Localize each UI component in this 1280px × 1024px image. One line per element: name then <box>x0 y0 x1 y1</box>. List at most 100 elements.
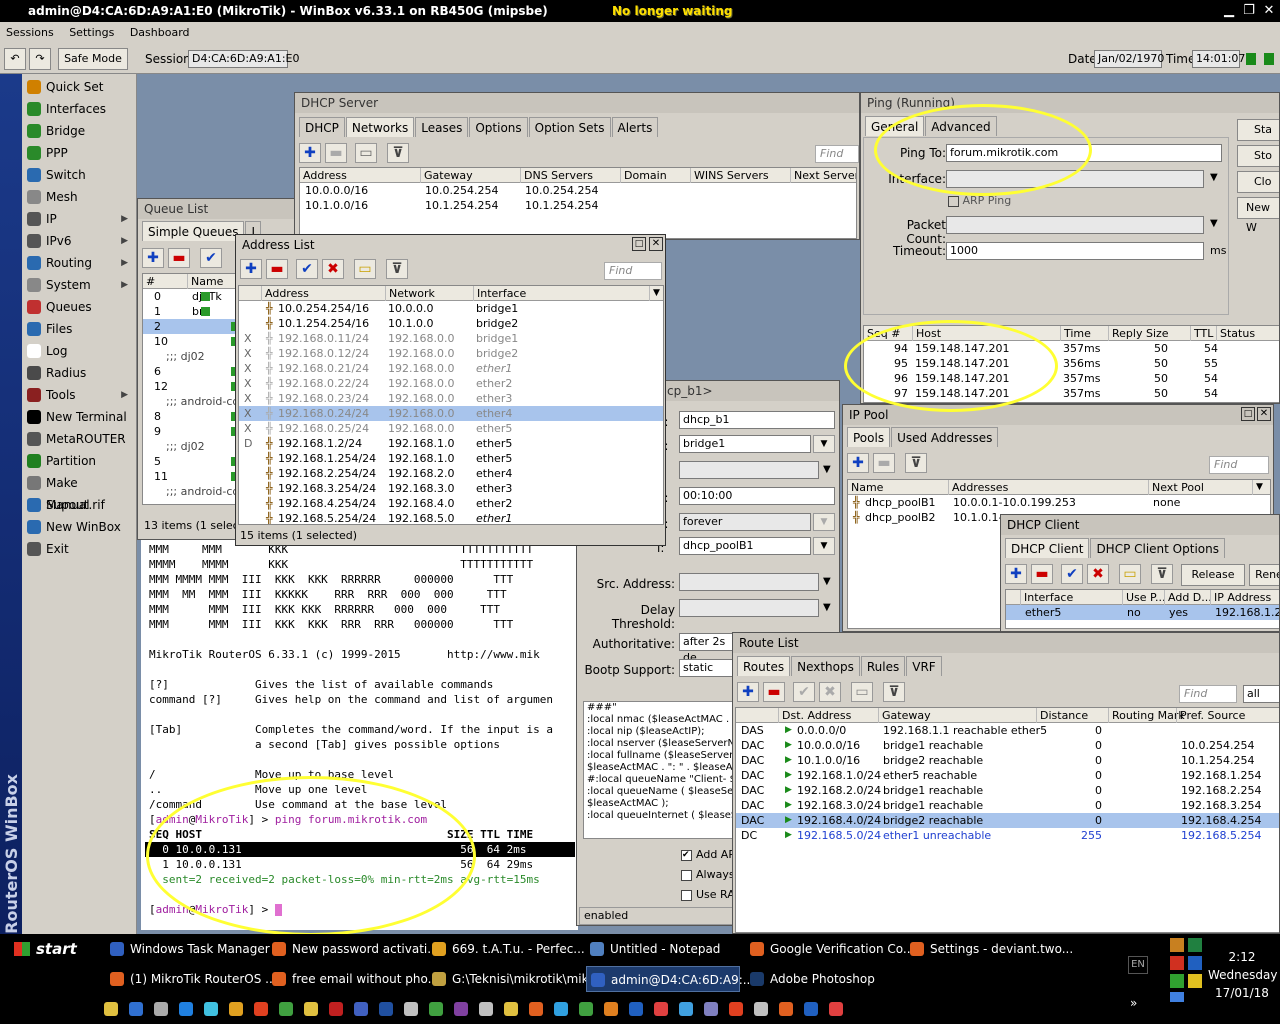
address-pool-field[interactable]: dhcp_poolB1 <box>679 537 811 555</box>
table-row[interactable]: DAC ▶ 192.168.1.0/24 ether5 reachable 0 192.1… <box>736 768 1279 783</box>
table-row[interactable]: 10.1.0.0/16 10.1.254.254 10.1.254.254 <box>300 198 856 213</box>
sidebar-item-quick-set[interactable]: Quick Set <box>24 76 136 98</box>
authoritative-field[interactable]: after 2s de <box>679 633 739 664</box>
quick-launch-icon[interactable] <box>204 1002 218 1016</box>
sidebar-item-log[interactable]: Log <box>24 340 136 362</box>
tab-pools[interactable]: Pools <box>847 427 891 447</box>
sidebar-item-partition[interactable]: Partition <box>24 450 136 472</box>
add-icon[interactable]: ✚ <box>240 259 262 279</box>
taskbar-button[interactable]: New password activati... <box>268 936 439 962</box>
tab-rules[interactable]: Rules <box>860 656 906 676</box>
table-row[interactable]: DAC ▶ 10.1.0.0/16 bridge2 reachable 0 10.1.25… <box>736 753 1279 768</box>
table-row[interactable]: ╬ 192.168.3.254/24 192.168.3.0 ether3 <box>239 481 663 496</box>
tab-leases[interactable]: Leases <box>415 117 469 137</box>
sidebar-item-supout[interactable]: Make Supout.rif <box>24 472 136 512</box>
dropdown-icon[interactable]: ▼ <box>813 435 835 453</box>
table-row[interactable]: ether5 no yes 192.168.1.2/ <box>1006 605 1279 620</box>
sidebar-item-terminal[interactable]: New Terminal <box>24 406 136 428</box>
tab-simple-queues[interactable]: Simple Queues <box>142 221 245 241</box>
quick-launch-icon[interactable] <box>604 1002 618 1016</box>
sidebar-item-system[interactable]: System ▶ <box>24 274 136 296</box>
tab-dhcp[interactable]: DHCP <box>299 117 345 137</box>
menu-dashboard[interactable]: Dashboard <box>124 22 196 44</box>
quick-launch-icon[interactable] <box>529 1002 543 1016</box>
comment-icon[interactable]: ▭ <box>1119 564 1141 584</box>
option-checkbox[interactable]: ✔ Add AR <box>681 845 736 865</box>
table-row[interactable]: X ╬ 192.168.0.21/24 192.168.0.0 ether1 <box>239 361 663 376</box>
tray-app-icon[interactable] <box>1188 974 1202 988</box>
table-row[interactable]: X ╬ 192.168.0.25/24 192.168.0.0 ether5 <box>239 421 663 436</box>
safe-mode-button[interactable]: Safe Mode <box>58 48 128 70</box>
enable-icon[interactable]: ✔ <box>793 682 815 702</box>
table-row[interactable]: DAC ▶ 192.168.4.0/24 bridge2 reachable 0 192.… <box>736 813 1279 828</box>
comment-icon[interactable]: ▭ <box>851 682 873 702</box>
taskbar-button[interactable]: Google Verification Co... <box>746 936 914 962</box>
menu-settings[interactable]: Settings <box>63 22 120 44</box>
packet-count-field[interactable] <box>946 216 1204 234</box>
quick-launch-icon[interactable] <box>829 1002 843 1016</box>
dropdown-icon[interactable]: ▼ <box>823 464 831 475</box>
filter-icon[interactable]: ⊽ <box>386 259 408 279</box>
lease-mode-field[interactable]: forever <box>679 513 811 531</box>
comment-icon[interactable]: ▭ <box>355 143 377 163</box>
relay-field[interactable] <box>679 461 819 479</box>
pool-find-input[interactable]: Find <box>1209 456 1269 474</box>
taskbar-button[interactable]: (1) MikroTik RouterOS ... <box>106 966 277 992</box>
add-icon[interactable]: ✚ <box>737 682 759 702</box>
disable-icon[interactable]: ✖ <box>322 259 344 279</box>
filter-icon[interactable]: ⊽ <box>1151 564 1173 584</box>
sidebar-item-files[interactable]: Files <box>24 318 136 340</box>
table-row[interactable]: DC ▶ 192.168.5.0/24 ether1 unreachable 255 19… <box>736 828 1279 843</box>
sidebar-item-ppp[interactable]: PPP <box>24 142 136 164</box>
table-row[interactable]: DAC ▶ 10.0.0.0/16 bridge1 reachable 0 10.0.25… <box>736 738 1279 753</box>
sidebar-item-switch[interactable]: Switch <box>24 164 136 186</box>
quick-launch-icon[interactable] <box>329 1002 343 1016</box>
add-icon[interactable]: ✚ <box>299 143 321 163</box>
taskbar-button[interactable]: free email without pho... <box>268 966 439 992</box>
tab-used-addresses[interactable]: Used Addresses <box>891 427 999 447</box>
start-button[interactable]: start <box>6 936 77 962</box>
restore-icon[interactable]: ❐ <box>1238 0 1260 22</box>
start-button[interactable]: Sta <box>1237 119 1279 141</box>
maximize-icon[interactable]: □ <box>632 237 646 251</box>
tray-app-icon[interactable] <box>1170 974 1184 988</box>
tray-app-icon[interactable] <box>1170 956 1184 970</box>
quick-launch-icon[interactable] <box>354 1002 368 1016</box>
table-row[interactable]: ╬ 192.168.2.254/24 192.168.2.0 ether4 <box>239 466 663 481</box>
quick-launch-icon[interactable] <box>379 1002 393 1016</box>
quick-launch-icon[interactable] <box>454 1002 468 1016</box>
remove-icon[interactable]: ▬ <box>763 682 785 702</box>
redo-icon[interactable]: ↷ <box>29 48 51 70</box>
sidebar-item-exit[interactable]: Exit <box>24 538 136 560</box>
table-row[interactable]: DAC ▶ 192.168.3.0/24 bridge1 reachable 0 192.… <box>736 798 1279 813</box>
menu-sessions[interactable]: Sessions <box>0 22 60 44</box>
table-row[interactable]: 10.0.0.0/16 10.0.254.254 10.0.254.254 <box>300 183 856 198</box>
interface-field[interactable]: bridge1 <box>679 435 811 453</box>
tab-routes[interactable]: Routes <box>737 656 791 676</box>
quick-launch-icon[interactable] <box>504 1002 518 1016</box>
table-row[interactable]: ╬ 192.168.1.254/24 192.168.1.0 ether5 <box>239 451 663 466</box>
remove-icon[interactable]: ▬ <box>1031 564 1053 584</box>
quick-launch-icon[interactable] <box>254 1002 268 1016</box>
interface-dropdown-icon[interactable]: ▼ <box>1210 172 1218 183</box>
sidebar-item-queues[interactable]: Queues <box>24 296 136 318</box>
option-checkbox[interactable]: Always <box>681 865 736 885</box>
route-find-input[interactable]: Find <box>1179 685 1237 703</box>
release-button[interactable]: Release <box>1181 564 1245 586</box>
show-more-icon[interactable]: » <box>1130 996 1137 1010</box>
taskbar-button[interactable]: admin@D4:CA:6D:A9:... <box>586 966 754 992</box>
close-icon[interactable]: ✕ <box>649 237 663 251</box>
disable-icon[interactable]: ✖ <box>1087 564 1109 584</box>
close-button[interactable]: Clo <box>1237 171 1279 193</box>
maximize-icon[interactable]: □ <box>1241 407 1255 421</box>
taskbar-button[interactable]: Settings - deviant.two... <box>906 936 1073 962</box>
minimize-icon[interactable]: ▁ <box>1218 0 1240 22</box>
tray-app-icon[interactable] <box>1170 938 1184 952</box>
quick-launch-icon[interactable] <box>154 1002 168 1016</box>
quick-launch-icon[interactable] <box>279 1002 293 1016</box>
quick-launch-icon[interactable] <box>179 1002 193 1016</box>
dropdown-icon[interactable]: ▼ <box>813 513 835 531</box>
src-address-field[interactable] <box>679 573 819 591</box>
new-window-button[interactable]: New W <box>1237 197 1279 234</box>
delay-threshold-field[interactable] <box>679 599 819 617</box>
